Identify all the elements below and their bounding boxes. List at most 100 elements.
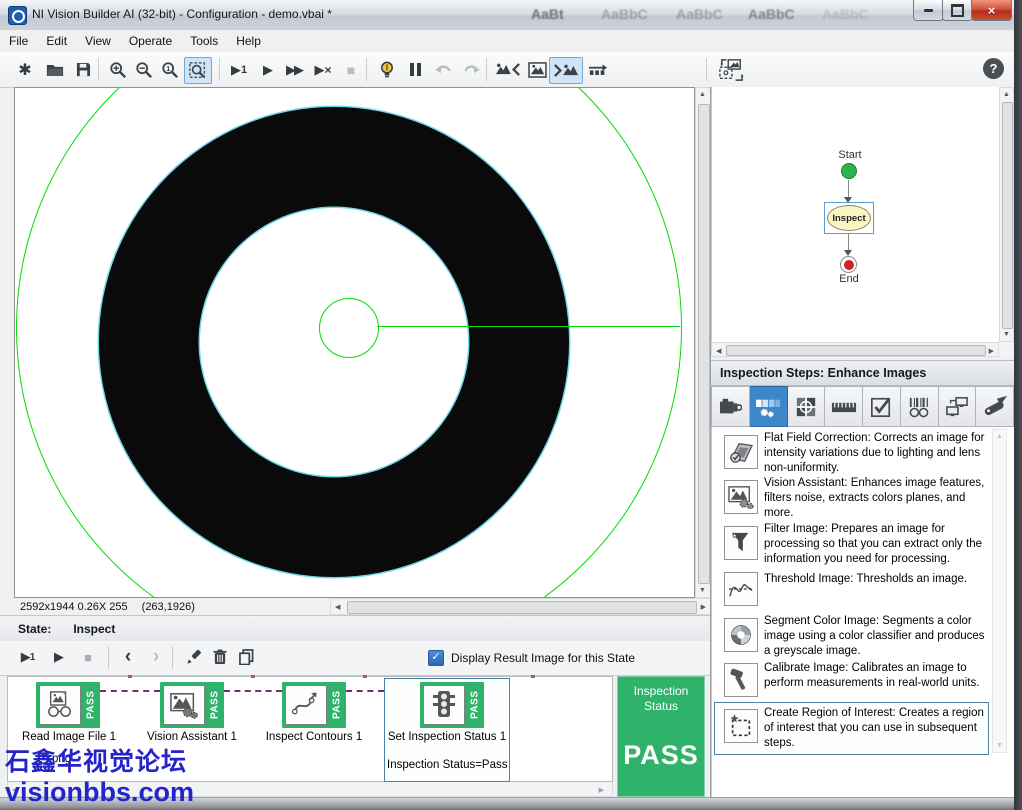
run-state-once-icon[interactable]: ▶1 (16, 645, 40, 669)
list-item-text[interactable]: Calibrate Image: Calibrates an image to … (764, 661, 988, 691)
scroll-left-icon[interactable]: ◀ (716, 347, 721, 355)
open-icon[interactable] (42, 57, 68, 82)
create-roi-icon[interactable] (724, 709, 758, 743)
scroll-down-icon[interactable]: ▼ (699, 587, 706, 594)
menu-edit[interactable]: Edit (37, 32, 76, 50)
stop-state-icon[interactable]: ■ (76, 645, 100, 669)
state-bar: State: Inspect (0, 615, 711, 643)
scrollbar-thumb[interactable] (698, 104, 710, 584)
menu-view[interactable]: View (76, 32, 120, 50)
image-display-area[interactable] (14, 87, 695, 598)
pause-icon[interactable] (402, 57, 428, 82)
scroll-down-icon[interactable]: ▼ (1003, 331, 1010, 338)
tab-enhance-images[interactable] (750, 386, 788, 427)
run-state-icon[interactable]: ▶ (46, 645, 70, 669)
tab-measure-features[interactable] (825, 386, 863, 427)
light-icon[interactable] (374, 57, 400, 82)
close-button[interactable]: × (971, 0, 1012, 21)
filter-image-icon[interactable] (724, 526, 758, 560)
zoom-1-to-1-icon[interactable]: 1 (157, 57, 183, 82)
list-vertical-scrollbar[interactable]: ▲ ▼ (992, 429, 1007, 753)
scroll-up-icon[interactable]: ▲ (699, 91, 706, 98)
forward-icon[interactable]: › (144, 645, 168, 669)
list-item-text[interactable]: Create Region of Interest: Creates a reg… (764, 706, 988, 750)
copy-step-icon[interactable] (234, 645, 258, 669)
tab-acquire-images[interactable] (711, 386, 750, 427)
zoom-in-icon[interactable] (105, 57, 131, 82)
vision-assistant-icon[interactable] (724, 480, 758, 514)
scroll-right-icon[interactable]: ▶ (701, 603, 706, 611)
stop-icon[interactable]: ■ (338, 57, 364, 82)
step-read-image-file[interactable]: PASS (36, 682, 100, 728)
menu-tools[interactable]: Tools (181, 32, 227, 50)
diagram-horizontal-scrollbar[interactable]: ◀ ▶ (711, 342, 999, 357)
state-diagram[interactable]: Start Inspect End (711, 87, 999, 342)
minimize-button[interactable] (913, 0, 944, 21)
redo-icon[interactable] (458, 57, 484, 82)
new-inspection-icon[interactable]: ✱ (12, 57, 38, 82)
tab-additional-tools[interactable] (976, 386, 1014, 427)
image-vertical-scrollbar[interactable]: ▲ ▼ (695, 87, 711, 598)
diagram-vertical-scrollbar[interactable]: ▲ ▼ (999, 87, 1014, 342)
help-button[interactable]: ? (983, 58, 1004, 79)
step-label: Read Image File 1 (14, 731, 124, 743)
scrollbar-thumb[interactable] (726, 345, 986, 356)
menu-file[interactable]: File (0, 32, 37, 50)
previous-image-icon[interactable] (492, 57, 524, 82)
zoom-out-icon[interactable] (131, 57, 157, 82)
threshold-image-icon[interactable] (724, 572, 758, 606)
scroll-right-icon[interactable]: ▶ (989, 347, 994, 355)
undo-icon[interactable] (430, 57, 456, 82)
ghost-text: AaBbC (822, 6, 869, 22)
toggle-view-icon[interactable] (714, 57, 748, 82)
edit-step-icon[interactable] (182, 645, 206, 669)
scroll-up-icon[interactable]: ▲ (996, 433, 1003, 440)
step-vision-assistant[interactable]: PASS (160, 682, 224, 728)
scroll-left-icon[interactable]: ◀ (335, 603, 340, 611)
maximize-button[interactable] (942, 0, 973, 21)
end-node[interactable] (840, 256, 857, 273)
step-set-inspection-status[interactable]: PASS (420, 682, 484, 728)
list-item-text[interactable]: Flat Field Correction: Corrects an image… (764, 431, 988, 475)
run-continuous-icon[interactable]: ▶▶ (281, 57, 307, 82)
scrollbar-thumb[interactable] (1002, 102, 1013, 329)
calibrate-image-icon[interactable] (724, 663, 758, 697)
menu-help[interactable]: Help (227, 32, 270, 50)
run-inspection-once-icon[interactable]: ▶1 (226, 57, 252, 82)
image-horizontal-scrollbar[interactable]: ◀ ▶ (330, 598, 711, 615)
run-inspection-icon[interactable]: ▶ (254, 57, 280, 82)
tab-check-presence[interactable] (863, 386, 901, 427)
checkbox-checked-icon[interactable]: ✓ (428, 650, 444, 666)
strip-tick (128, 675, 132, 678)
start-node[interactable] (841, 163, 857, 179)
tab-identify-parts[interactable] (901, 386, 939, 427)
save-icon[interactable] (70, 57, 96, 82)
display-result-checkbox-row[interactable]: ✓ Display Result Image for this State (428, 650, 635, 666)
back-icon[interactable]: ‹ (116, 645, 140, 669)
scroll-down-icon[interactable]: ▼ (996, 742, 1003, 749)
tab-locate-features[interactable] (788, 386, 826, 427)
menu-operate[interactable]: Operate (120, 32, 181, 50)
scroll-up-icon[interactable]: ▲ (1003, 91, 1010, 98)
image-log-icon[interactable] (585, 57, 611, 82)
flat-field-correction-icon[interactable] (724, 435, 758, 469)
run-until-failure-icon[interactable]: ▶× (310, 57, 336, 82)
scrollbar-thumb[interactable] (347, 601, 697, 614)
scrollbar-corner (999, 342, 1014, 357)
zoom-to-fit-icon[interactable] (184, 57, 212, 84)
tab-communicate[interactable] (939, 386, 977, 427)
list-item-text[interactable]: Segment Color Image: Segments a color im… (764, 614, 988, 658)
delete-step-icon[interactable] (208, 645, 232, 669)
inspect-node-selection[interactable]: Inspect (824, 202, 874, 234)
next-image-icon[interactable] (549, 57, 583, 84)
list-item-text[interactable]: Filter Image: Prepares an image for proc… (764, 522, 988, 566)
inspect-node[interactable]: Inspect (827, 205, 871, 231)
step-inspect-contours[interactable]: PASS (282, 682, 346, 728)
segment-color-image-icon[interactable] (724, 618, 758, 652)
image-display-icon[interactable] (524, 57, 550, 82)
title-bar[interactable]: NI Vision Builder AI (32-bit) - Configur… (0, 0, 1016, 31)
list-item-text[interactable]: Vision Assistant: Enhances image feature… (764, 476, 988, 520)
scroll-right-icon[interactable]: ▶ (599, 786, 604, 794)
pass-badge: PASS (467, 684, 483, 726)
list-item-text[interactable]: Threshold Image: Thresholds an image. (764, 572, 988, 587)
